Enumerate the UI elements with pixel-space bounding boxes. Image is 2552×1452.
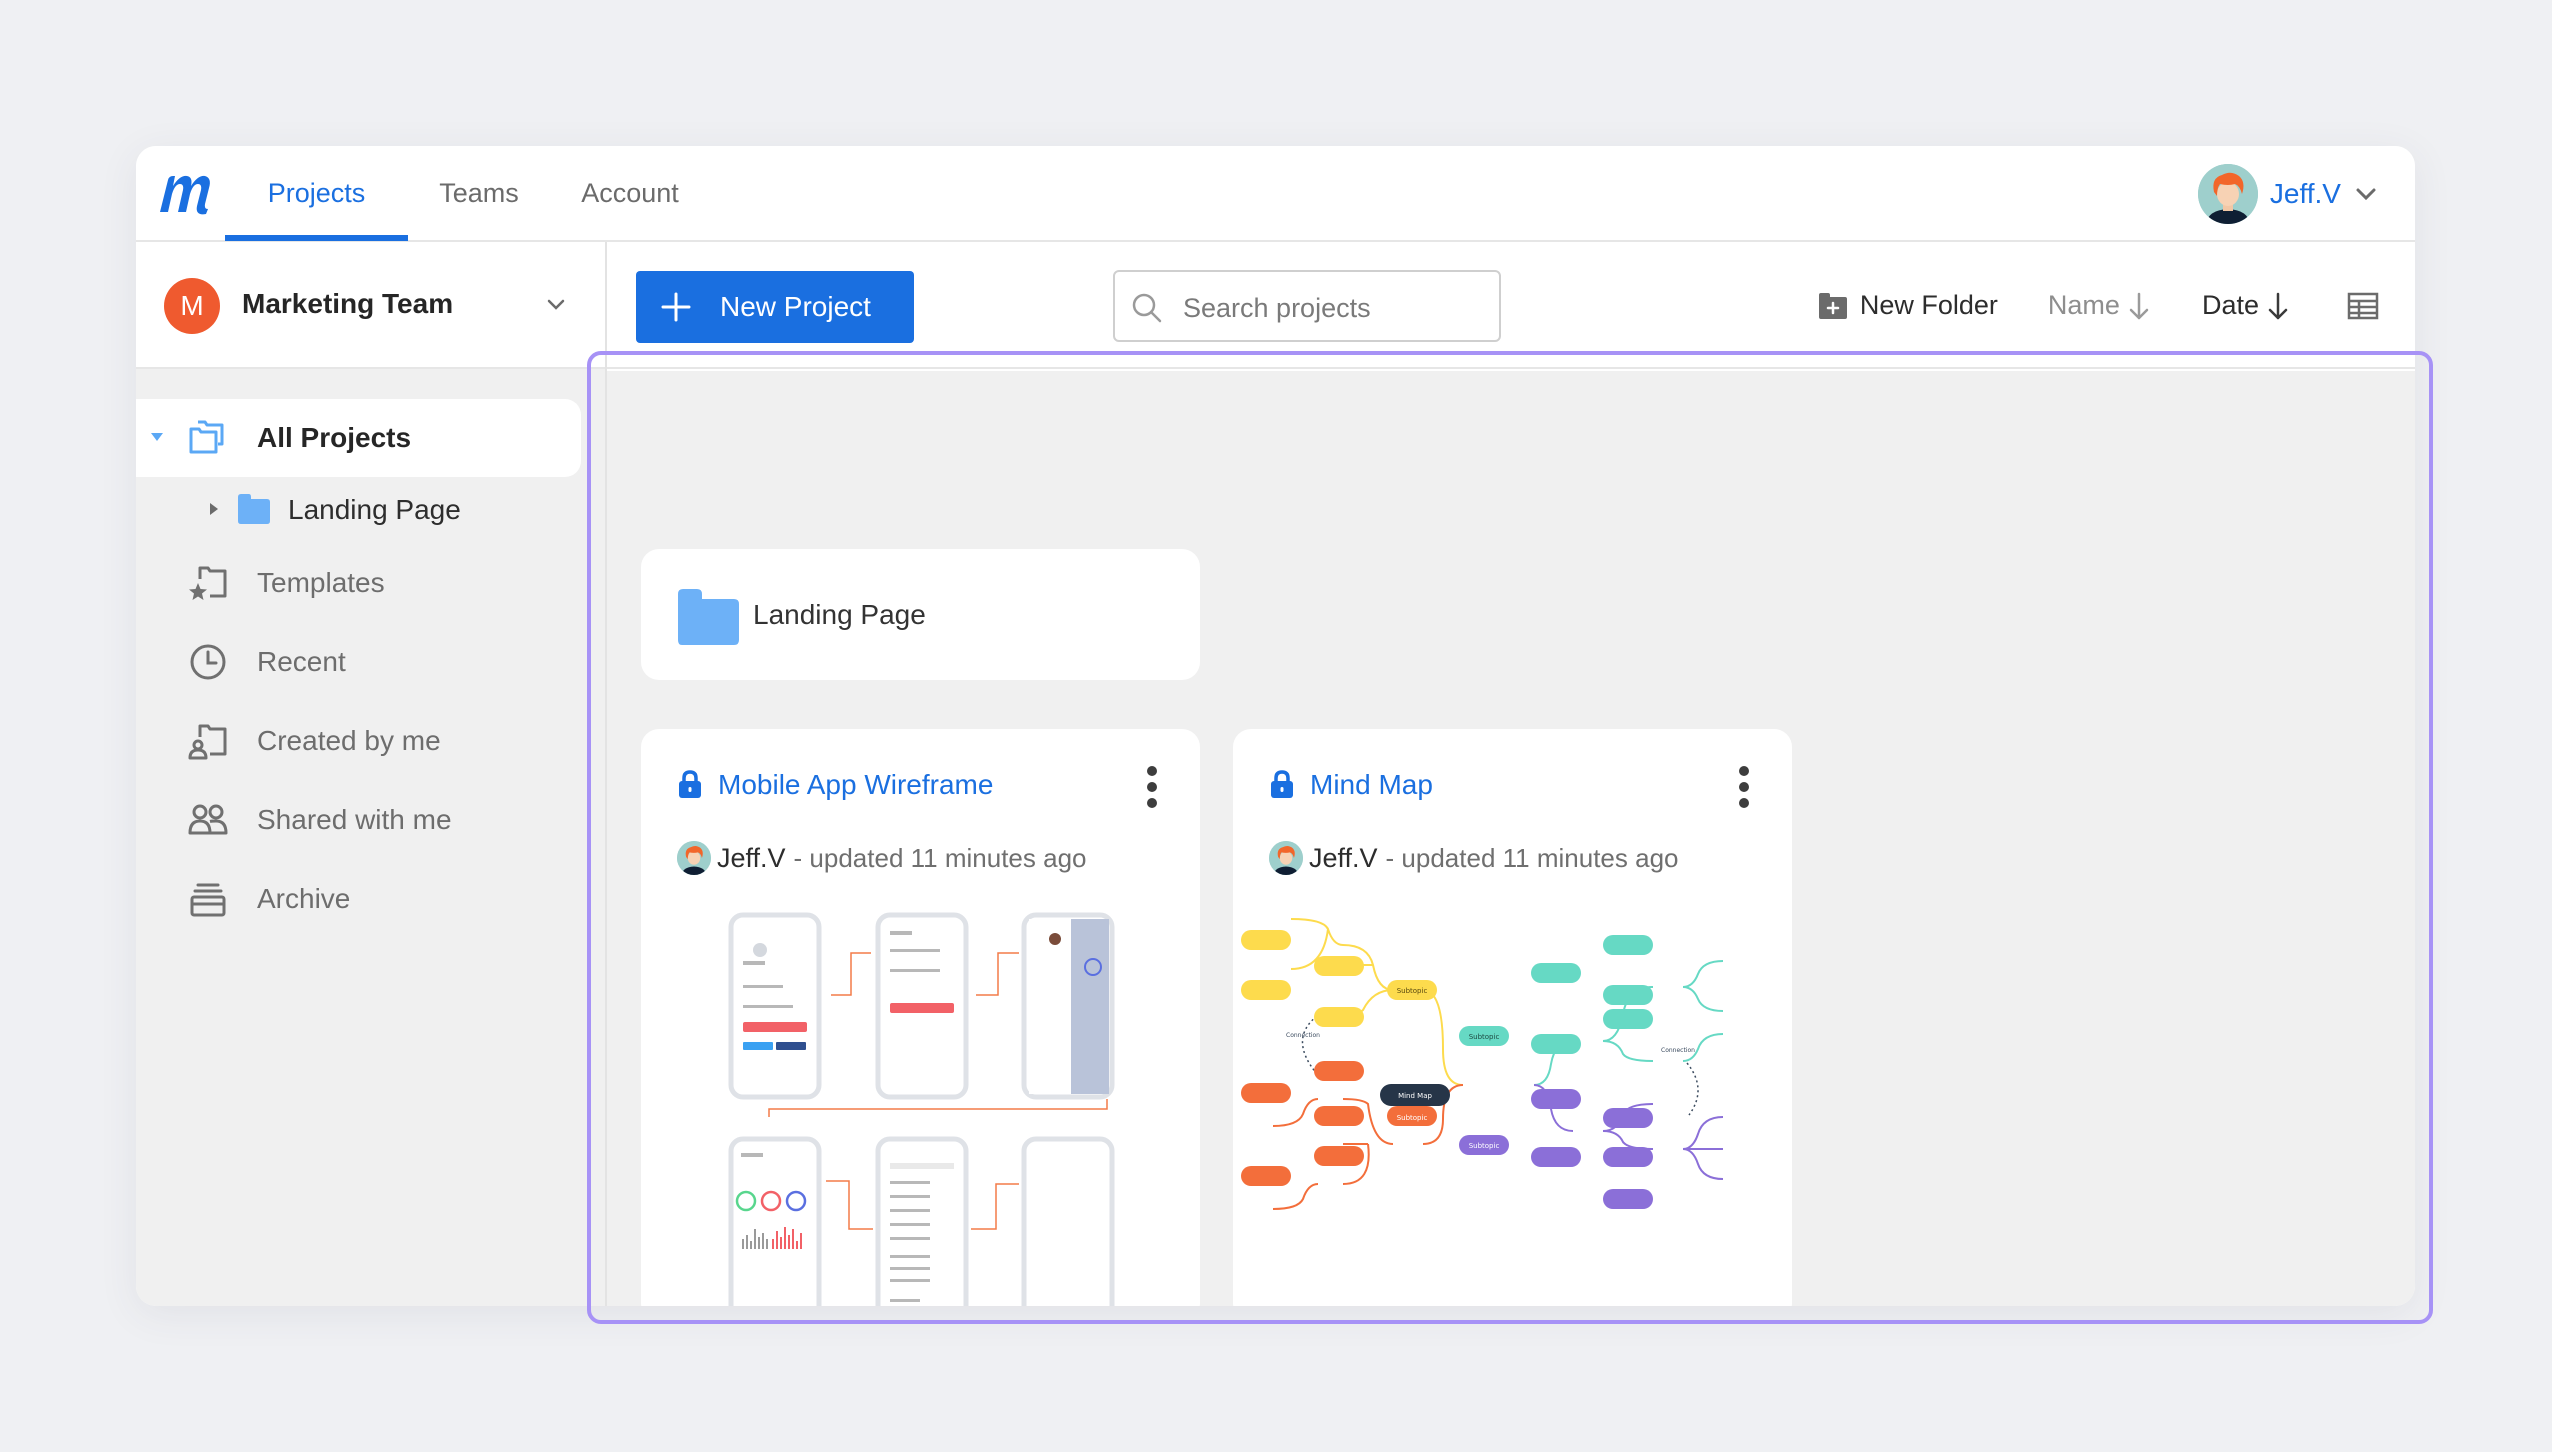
- new-project-button[interactable]: New Project: [636, 271, 914, 343]
- caret-right-icon[interactable]: [208, 501, 220, 517]
- more-options-icon[interactable]: [1734, 763, 1754, 811]
- sort-by-date-button[interactable]: Date: [2202, 290, 2291, 321]
- archive-icon: [190, 883, 226, 917]
- folder-name: Landing Page: [753, 599, 926, 630]
- avatar-icon: [1269, 841, 1303, 875]
- project-card[interactable]: Mind Map Jeff.V - updated 11 minutes ago: [1233, 729, 1792, 1306]
- users-icon: [188, 804, 228, 835]
- search-placeholder: Search projects: [1183, 293, 1371, 323]
- lock-icon: [679, 770, 701, 798]
- avatar: [2197, 164, 2258, 224]
- mindmap-subtopic-label: Subtopic: [1397, 1114, 1428, 1122]
- caret-down-icon[interactable]: [150, 431, 164, 443]
- mindmap-subtopic-label: Subtopic: [1469, 1142, 1500, 1150]
- more-options-icon[interactable]: [1142, 763, 1162, 811]
- sidebar-item-archive[interactable]: Archive: [136, 863, 581, 933]
- toolbar-actions: New Folder Name Date: [1818, 242, 2379, 369]
- project-updated: - updated 11 minutes ago: [1385, 842, 1679, 873]
- new-project-label: New Project: [720, 291, 871, 322]
- mindmap-thumbnail: Mind Map Subtopic Subtopic Subtopic Subt…: [1241, 918, 1724, 1210]
- tab-projects[interactable]: Projects: [225, 146, 408, 241]
- avatar-icon: [2197, 164, 2258, 224]
- chevron-down-icon: [547, 299, 565, 310]
- team-name: Marketing Team: [242, 288, 454, 319]
- toolbar: New Project Search projects New Folder N…: [607, 242, 2415, 369]
- team-switcher[interactable]: M Marketing Team: [136, 242, 605, 369]
- mindmap-connection-label: Connection: [1661, 1047, 1695, 1054]
- author-avatar: [677, 841, 711, 875]
- view-toggle-button[interactable]: [2341, 292, 2379, 320]
- tab-teams[interactable]: Teams: [408, 146, 550, 240]
- project-updated: - updated 11 minutes ago: [793, 842, 1087, 873]
- new-folder-icon: [1818, 292, 1847, 319]
- table-view-icon: [2347, 292, 2379, 319]
- project-card[interactable]: Mobile App Wireframe Jeff.V - updated 11…: [641, 729, 1200, 1306]
- author-avatar: [1269, 841, 1303, 875]
- arrow-down-icon: [2129, 292, 2149, 319]
- sidebar-item-label: Archive: [257, 883, 351, 914]
- project-author: Jeff.V: [1309, 842, 1378, 873]
- sidebar-item-label: Created by me: [257, 725, 441, 756]
- team-avatar: M: [164, 278, 220, 334]
- sort-by-name-button[interactable]: Name: [2048, 290, 2152, 321]
- clock-icon: [190, 644, 226, 680]
- user-name: Jeff.V: [2269, 178, 2341, 209]
- mindmap-subtopic-label: Subtopic: [1397, 987, 1428, 995]
- user-menu[interactable]: Jeff.V: [2197, 164, 2379, 224]
- top-nav-bar: Projects Teams Account Jeff.V: [136, 146, 2415, 242]
- lock-icon: [1271, 770, 1293, 798]
- arrow-down-icon: [2268, 292, 2288, 319]
- project-author: Jeff.V: [717, 842, 786, 873]
- moqups-logo[interactable]: [156, 166, 216, 222]
- sort-date-label: Date: [2201, 290, 2259, 320]
- project-title[interactable]: Mobile App Wireframe: [718, 769, 993, 801]
- sidebar-item-label: Shared with me: [257, 804, 452, 835]
- chevron-down-icon: [2356, 188, 2376, 201]
- mindmap-center-label: Mind Map: [1398, 1092, 1432, 1100]
- sidebar-item-label: Recent: [257, 646, 346, 677]
- user-folder-icon: [188, 724, 227, 760]
- mindmap-subtopic-label: Subtopic: [1469, 1033, 1500, 1041]
- sidebar-item-landing-page[interactable]: Landing Page: [136, 477, 581, 543]
- wireframe-thumbnail: [728, 912, 1115, 1306]
- project-meta: Jeff.V - updated 11 minutes ago: [677, 841, 1087, 875]
- sort-name-label: Name: [2047, 290, 2120, 320]
- sidebar-item-label: All Projects: [257, 422, 412, 453]
- project-title[interactable]: Mind Map: [1310, 769, 1433, 801]
- search-input[interactable]: Search projects: [1113, 270, 1501, 342]
- sidebar-item-label: Templates: [257, 567, 385, 598]
- sidebar: M Marketing Team All Projects Landing Pa…: [136, 242, 607, 1306]
- sidebar-item-all-projects[interactable]: All Projects: [136, 399, 581, 477]
- template-folder-star-icon: [189, 566, 227, 600]
- mindmap-connection-label: Connection: [1286, 1032, 1320, 1039]
- project-grid: Landing Page Mobile App Wireframe Jeff.V…: [607, 371, 2415, 1306]
- sidebar-item-recent[interactable]: Recent: [136, 626, 581, 696]
- folder-icon: [238, 494, 270, 524]
- new-folder-label: New Folder: [1859, 290, 1998, 320]
- folder-card[interactable]: Landing Page: [641, 549, 1200, 680]
- app-window: Projects Teams Account Jeff.V M Marketin…: [136, 146, 2415, 1306]
- plus-icon: [661, 292, 691, 322]
- sidebar-item-shared-with-me[interactable]: Shared with me: [136, 784, 581, 854]
- folders-icon: [189, 420, 224, 454]
- avatar-icon: [677, 841, 711, 875]
- project-meta: Jeff.V - updated 11 minutes ago: [1269, 841, 1679, 875]
- sidebar-item-created-by-me[interactable]: Created by me: [136, 705, 581, 775]
- sidebar-item-templates[interactable]: Templates: [136, 547, 581, 617]
- search-icon: [1132, 293, 1162, 323]
- tab-account[interactable]: Account: [550, 146, 710, 240]
- folder-icon: [678, 589, 739, 645]
- new-folder-button[interactable]: New Folder: [1818, 290, 1998, 321]
- sidebar-item-label: Landing Page: [288, 494, 461, 525]
